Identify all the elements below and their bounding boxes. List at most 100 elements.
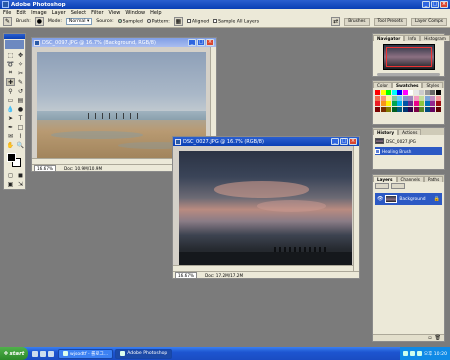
zoom-field[interactable]: 16.67% <box>34 164 56 172</box>
clone-stamp-tool-icon[interactable]: ⚲ <box>6 87 15 95</box>
document-titlebar[interactable]: DSC_0027.JPG @ 16.7% (RGB/8) _ □ × <box>173 137 359 146</box>
blur-tool-icon[interactable]: 💧 <box>6 105 15 113</box>
quick-mask-icon[interactable]: ◼ <box>16 171 25 179</box>
trash-icon[interactable]: 🗑 <box>435 335 441 341</box>
vertical-scrollbar[interactable] <box>353 146 359 271</box>
swatch[interactable] <box>424 95 430 101</box>
swatch[interactable] <box>435 95 441 101</box>
healing-brush-tool-icon[interactable]: ✚ <box>6 78 15 86</box>
doc-maximize-button[interactable]: □ <box>197 39 205 46</box>
color-swatches[interactable] <box>6 152 23 168</box>
swatch[interactable] <box>419 101 424 106</box>
mode-select[interactable]: Normal ▾ <box>65 18 93 25</box>
doc-minimize-button[interactable]: _ <box>331 138 339 145</box>
type-tool-icon[interactable]: T <box>16 114 25 122</box>
healing-brush-preset-icon[interactable]: ✎ <box>3 17 12 26</box>
standard-mode-icon[interactable]: ◻ <box>6 171 15 179</box>
menu-window[interactable]: Window <box>125 10 145 16</box>
swatch[interactable] <box>386 106 391 112</box>
magic-wand-tool-icon[interactable]: ✧ <box>16 60 25 68</box>
aligned-checkbox[interactable]: Aligned <box>186 18 209 24</box>
sample-all-layers-checkbox[interactable]: Sample All Layers <box>213 18 259 24</box>
image-canvas-sunset[interactable] <box>179 151 352 268</box>
swatch[interactable] <box>430 95 435 101</box>
sampled-radio[interactable]: Sampled <box>117 18 143 24</box>
brush-tool-icon[interactable]: ✎ <box>16 78 25 86</box>
adobe-online-icon[interactable] <box>5 40 24 49</box>
swatch[interactable] <box>419 90 424 95</box>
tab-actions[interactable]: Actions <box>398 129 422 135</box>
tray-icon[interactable] <box>409 351 415 356</box>
well-tab-brushes[interactable]: Brushes <box>344 17 370 26</box>
swatch[interactable] <box>380 90 386 95</box>
swatch[interactable] <box>397 95 402 101</box>
minimize-button[interactable]: _ <box>422 1 430 8</box>
swatch[interactable] <box>391 106 397 112</box>
zoom-field[interactable]: 16.67% <box>175 271 197 279</box>
zoom-tool-icon[interactable]: 🔍 <box>16 141 25 149</box>
history-snapshot[interactable]: DSC_0027.JPG <box>375 137 442 145</box>
swatch[interactable] <box>435 90 441 95</box>
zoom-slider[interactable] <box>377 73 440 76</box>
task-button-messenger[interactable]: wjsodtf - 롤로그... <box>58 348 114 359</box>
eyedropper-tool-icon[interactable]: ⌇ <box>16 132 25 140</box>
swatch[interactable] <box>397 101 402 106</box>
swatch[interactable] <box>408 101 413 106</box>
maximize-button[interactable]: □ <box>431 1 439 8</box>
layer-row-background[interactable]: 👁 Background 🔒 <box>375 193 442 205</box>
toolbox-titlebar[interactable] <box>4 34 25 39</box>
move-tool-icon[interactable]: ✥ <box>16 51 25 59</box>
dodge-tool-icon[interactable]: ● <box>16 105 25 113</box>
swatch[interactable] <box>402 106 408 112</box>
swatch[interactable] <box>408 95 413 101</box>
well-tab-tool-presets[interactable]: Tool Presets <box>373 17 407 26</box>
eye-icon[interactable]: 👁 <box>377 196 383 202</box>
history-brush-tool-icon[interactable]: ↺ <box>16 87 25 95</box>
menu-file[interactable]: File <box>3 10 11 16</box>
eraser-tool-icon[interactable]: ▭ <box>6 96 15 104</box>
tab-styles[interactable]: Styles <box>422 82 444 88</box>
tab-navigator[interactable]: Navigator <box>373 35 405 41</box>
menu-edit[interactable]: Edit <box>16 10 26 16</box>
swatch[interactable] <box>402 101 408 106</box>
swatch[interactable] <box>375 106 380 112</box>
document-titlebar[interactable]: DSC_0097.JPG @ 16.7% (Background, RGB/8)… <box>32 38 216 47</box>
pattern-radio[interactable]: Pattern: <box>146 18 170 24</box>
opacity-field[interactable] <box>391 183 405 189</box>
volume-icon[interactable] <box>416 351 422 356</box>
swatch[interactable] <box>424 101 430 106</box>
swatch[interactable] <box>391 95 397 101</box>
well-tab-layer-comps[interactable]: Layer Comps <box>410 17 447 26</box>
doc-close-button[interactable]: × <box>206 39 214 46</box>
tray-icon[interactable] <box>402 351 408 356</box>
palette-well-icon[interactable]: ⇄ <box>331 17 341 26</box>
swatch[interactable] <box>424 90 430 95</box>
swatch[interactable] <box>386 101 391 106</box>
swatch[interactable] <box>413 90 419 95</box>
swatch[interactable] <box>419 106 424 112</box>
swatch[interactable] <box>424 106 430 112</box>
swatch[interactable] <box>413 106 419 112</box>
navigator-thumbnail[interactable] <box>382 44 435 70</box>
path-selection-tool-icon[interactable]: ➤ <box>6 114 15 122</box>
tab-info[interactable]: Info <box>404 35 421 41</box>
tab-histogram[interactable]: Histogram <box>420 35 450 41</box>
jump-to-imageready-icon[interactable]: ⇲ <box>16 180 25 188</box>
swatch[interactable] <box>402 90 408 95</box>
swatch[interactable] <box>435 106 441 112</box>
swatch[interactable] <box>413 95 419 101</box>
swatch[interactable] <box>391 90 397 95</box>
hand-tool-icon[interactable]: ✋ <box>6 141 15 149</box>
menu-help[interactable]: Help <box>150 10 161 16</box>
swatch[interactable] <box>408 106 413 112</box>
desktop-icon[interactable] <box>40 350 46 357</box>
swatch[interactable] <box>375 90 380 95</box>
brush-picker-icon[interactable]: ● <box>34 17 44 26</box>
view-box[interactable] <box>385 47 432 67</box>
ie-icon[interactable] <box>32 350 38 357</box>
swatch[interactable] <box>397 90 402 95</box>
swatch[interactable] <box>380 101 386 106</box>
swatch[interactable] <box>380 95 386 101</box>
tab-layers[interactable]: Layers <box>373 176 397 182</box>
swatch[interactable] <box>375 95 380 101</box>
